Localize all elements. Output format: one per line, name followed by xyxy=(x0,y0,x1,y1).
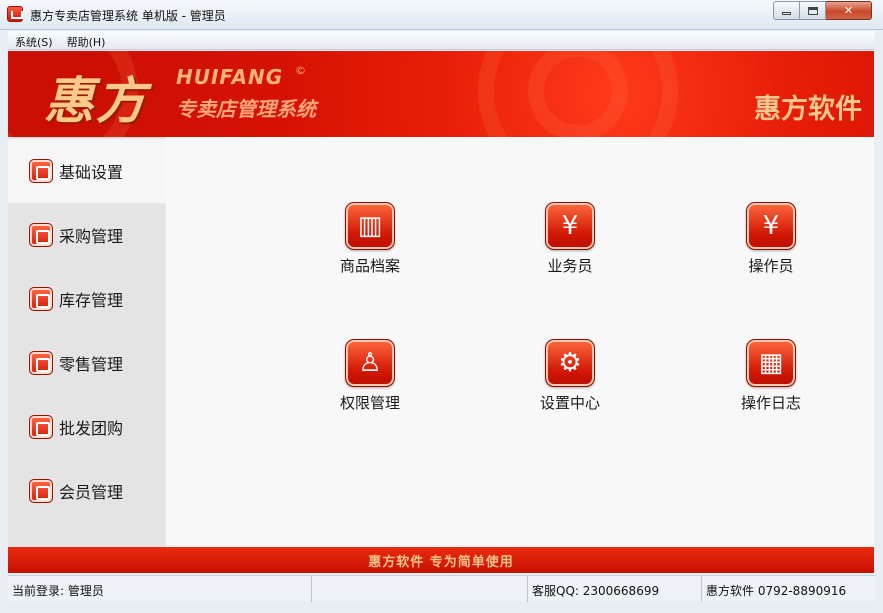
shopping-bag-icon xyxy=(29,223,53,247)
app-icon xyxy=(7,6,23,22)
main-panel: ▥ 商品档案 ¥ 业务员 ¥ 操作员 ♙ 权限管理 ⚙ 设置中心 ▦ 操作日志 xyxy=(166,137,874,547)
status-bar: 当前登录: 管理员 客服QQ: 2300668699 惠方软件 0792-889… xyxy=(8,575,875,602)
tile-operator[interactable]: ¥ 操作员 xyxy=(716,202,826,276)
tile-label: 商品档案 xyxy=(339,257,400,275)
sidebar-item-inventory[interactable]: 库存管理 xyxy=(8,267,166,331)
sidebar-item-members[interactable]: 会员管理 xyxy=(8,459,166,523)
status-login: 当前登录: 管理员 xyxy=(8,576,312,602)
tile-label: 操作员 xyxy=(748,257,794,275)
system-name: 专卖店管理系统 xyxy=(176,97,316,121)
tile-operation-log[interactable]: ▦ 操作日志 xyxy=(716,339,826,413)
tile-product-files[interactable]: ▥ 商品档案 xyxy=(315,202,425,276)
gears-icon: ⚙ xyxy=(545,339,595,387)
header-banner: 惠方 HUIFANG © 专卖店管理系统 惠方软件 xyxy=(8,51,874,137)
menu-help[interactable]: 帮助(H) xyxy=(60,31,113,49)
footer-banner: 惠方软件 专为简单使用 xyxy=(8,547,874,573)
company-name: 惠方软件 xyxy=(754,94,862,125)
tile-salesperson[interactable]: ¥ 业务员 xyxy=(515,202,625,276)
retail-chart-icon xyxy=(29,351,53,375)
sidebar-item-label: 会员管理 xyxy=(59,483,124,502)
close-button[interactable]: ✕ xyxy=(826,1,872,20)
warehouse-icon xyxy=(29,287,53,311)
maximize-button[interactable] xyxy=(800,1,826,20)
org-chart-icon: ♙ xyxy=(345,339,395,387)
tile-label: 业务员 xyxy=(547,257,593,275)
brand-logo-cn: 惠方 xyxy=(44,71,148,130)
tile-permissions[interactable]: ♙ 权限管理 xyxy=(315,339,425,413)
sidebar-item-retail[interactable]: 零售管理 xyxy=(8,331,166,395)
sidebar-item-label: 基础设置 xyxy=(59,163,124,182)
close-icon: ✕ xyxy=(843,4,854,17)
minimize-icon xyxy=(782,12,791,15)
maximize-icon xyxy=(807,6,818,15)
status-phone: 惠方软件 0792-8890916 xyxy=(706,584,847,598)
title-bar: 惠方专卖店管理系统 单机版 - 管理员 ✕ xyxy=(0,0,883,30)
sidebar-item-label: 采购管理 xyxy=(59,227,124,246)
member-card-icon xyxy=(29,479,53,503)
brand-logo-en: HUIFANG xyxy=(176,65,284,89)
tile-label: 操作日志 xyxy=(740,394,801,412)
menu-system[interactable]: 系统(S) xyxy=(8,31,60,49)
sidebar-item-purchasing[interactable]: 采购管理 xyxy=(8,203,166,267)
operator-icon: ¥ xyxy=(746,202,796,250)
salesperson-icon: ¥ xyxy=(545,202,595,250)
window-title: 惠方专卖店管理系统 单机版 - 管理员 xyxy=(30,9,226,23)
wholesale-chart-icon xyxy=(29,415,53,439)
books-icon: ▥ xyxy=(345,202,395,250)
settings-list-icon xyxy=(29,159,53,183)
log-table-icon: ▦ xyxy=(746,339,796,387)
tile-settings-center[interactable]: ⚙ 设置中心 xyxy=(515,339,625,413)
sidebar-item-wholesale[interactable]: 批发团购 xyxy=(8,395,166,459)
minimize-button[interactable] xyxy=(773,1,800,20)
copyright-mark: © xyxy=(295,64,306,77)
tile-label: 权限管理 xyxy=(339,394,400,412)
sidebar: 基础设置 采购管理 库存管理 零售管理 批发团购 会员管理 xyxy=(8,137,166,547)
status-qq: 客服QQ: 2300668699 xyxy=(528,576,702,602)
sidebar-item-label: 零售管理 xyxy=(59,355,124,374)
footer-slogan: 惠方软件 专为简单使用 xyxy=(368,554,514,570)
tile-label: 设置中心 xyxy=(539,394,600,412)
sidebar-item-label: 库存管理 xyxy=(59,291,124,310)
menu-bar: 系统(S) 帮助(H) xyxy=(8,31,875,50)
sidebar-item-label: 批发团购 xyxy=(59,419,124,438)
sidebar-item-basic-settings[interactable]: 基础设置 xyxy=(8,139,166,203)
banner-decoration xyxy=(528,51,628,137)
status-spacer xyxy=(312,576,528,602)
